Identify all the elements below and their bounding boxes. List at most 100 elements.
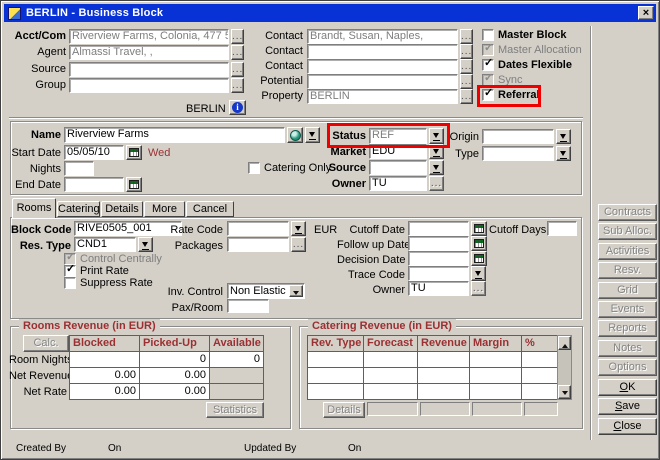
contact-1-field[interactable]: Brandt, Susan, Naples, [307,29,458,44]
contact-2-field[interactable] [307,44,458,59]
source-list-button[interactable] [429,160,444,175]
source-lookup-button[interactable]: ... [231,62,244,77]
potential-field[interactable] [307,74,458,89]
catering-cell[interactable] [417,351,470,368]
group-lookup-button[interactable]: ... [231,78,244,93]
agent-field[interactable]: Almassi Travel, , [69,45,229,60]
chevron-down-icon[interactable] [289,285,303,297]
master-block-checkbox[interactable] [482,29,494,41]
res-type-field[interactable]: CND1 [74,237,136,252]
contact-3-field[interactable] [307,59,458,74]
dates-flexible-checkbox[interactable]: ✓ [482,59,494,71]
tab-catering[interactable]: Catering [57,201,100,217]
acct-com-lookup-button[interactable]: ... [231,29,244,44]
source-label: Source [11,62,66,77]
ellipsis-icon: ... [292,241,305,248]
end-date-calendar-button[interactable] [126,177,142,192]
catering-cell[interactable] [417,383,470,400]
currency-label: EUR [314,223,337,238]
catering-cell[interactable] [469,383,522,400]
net-revenue-blocked-cell[interactable]: 0.00 [69,367,140,384]
cutoff-date-field[interactable] [408,221,469,236]
start-date-field[interactable]: 05/05/10 [64,145,124,160]
cutoff-days-field[interactable] [547,221,577,236]
inv-control-combo[interactable]: Non Elastic [227,283,305,299]
rate-code-field[interactable] [227,221,289,236]
suppress-rate-checkbox[interactable] [64,277,76,289]
room-nights-picked-up-cell[interactable]: 0 [139,351,210,368]
net-revenue-picked-up-cell[interactable]: 0.00 [139,367,210,384]
room-nights-available-cell[interactable]: 0 [209,351,264,368]
rooms-owner-field[interactable]: TU [408,281,469,296]
catering-cell[interactable] [417,367,470,384]
close-icon[interactable]: × [638,6,654,20]
contact-2-lookup-button[interactable]: ... [460,44,473,59]
end-date-field[interactable] [64,177,124,192]
catering-cell[interactable] [363,367,418,384]
referral-checkbox[interactable]: ✓ [482,89,494,101]
name-list-button[interactable] [305,127,320,143]
ok-button[interactable]: OK [598,379,657,396]
trace-code-list-button[interactable] [471,266,486,281]
catering-cell[interactable] [521,383,558,400]
agent-lookup-button[interactable]: ... [231,45,244,60]
scroll-down-icon[interactable] [558,385,571,399]
follow-up-date-field[interactable] [408,236,469,251]
catering-scrollbar[interactable] [557,335,572,400]
group-field[interactable] [69,78,229,93]
decision-date-calendar-button[interactable] [471,251,487,266]
acct-com-field[interactable]: Riverview Farms, Colonia, 477 550-38 [69,29,229,44]
catering-only-checkbox[interactable] [248,162,260,174]
name-field[interactable]: Riverview Farms [64,127,285,143]
room-nights-blocked-cell[interactable] [69,351,140,368]
status-field[interactable]: REF [369,128,427,144]
property-lookup-button[interactable]: ... [460,89,473,104]
type-list-button[interactable] [556,146,571,161]
catering-cell[interactable] [307,383,364,400]
options-button: Options [598,359,657,376]
cutoff-date-calendar-button[interactable] [471,221,487,236]
trace-code-field[interactable] [408,266,469,281]
packages-field[interactable] [227,237,289,252]
follow-up-date-calendar-button[interactable] [471,236,487,251]
catering-cell[interactable] [363,383,418,400]
potential-lookup-button[interactable]: ... [460,74,473,89]
catering-cell[interactable] [307,367,364,384]
contact-3-lookup-button[interactable]: ... [460,59,473,74]
tab-cancel[interactable]: Cancel [186,201,234,217]
res-type-list-button[interactable] [138,237,153,252]
section-divider [9,117,583,119]
nights-field[interactable] [64,161,94,176]
property-info-button[interactable]: i [229,100,246,115]
scroll-up-icon[interactable] [558,336,571,350]
source-field[interactable] [69,62,229,77]
net-rate-picked-up-cell[interactable]: 0.00 [139,383,210,400]
owner-field[interactable]: TU [369,176,427,191]
catering-cell[interactable] [521,367,558,384]
rate-code-list-button[interactable] [291,221,306,236]
print-rate-checkbox[interactable]: ✓ [64,265,76,277]
property-field[interactable]: BERLIN [307,89,458,104]
tab-details[interactable]: Details [101,201,143,217]
decision-date-field[interactable] [408,251,469,266]
translate-button[interactable] [287,127,303,143]
catering-cell[interactable] [363,351,418,368]
catering-cell[interactable] [307,351,364,368]
contact-1-lookup-button[interactable]: ... [460,29,473,44]
pax-room-field[interactable] [227,299,269,313]
save-button[interactable]: Save [598,398,657,415]
origin-list-button[interactable] [556,129,571,144]
packages-lookup-button[interactable]: ... [291,237,306,252]
catering-cell[interactable] [469,367,522,384]
origin-field[interactable] [482,129,554,144]
market-field[interactable]: EDU [369,144,427,159]
close-button[interactable]: Close [598,418,657,435]
catering-cell[interactable] [521,351,558,368]
catering-cell[interactable] [469,351,522,368]
net-rate-blocked-cell[interactable]: 0.00 [69,383,140,400]
source-code-field[interactable] [369,160,427,175]
tab-rooms[interactable]: Rooms [12,198,56,218]
start-date-calendar-button[interactable] [126,145,142,160]
type-field[interactable] [482,146,554,161]
tab-more[interactable]: More [144,201,185,217]
